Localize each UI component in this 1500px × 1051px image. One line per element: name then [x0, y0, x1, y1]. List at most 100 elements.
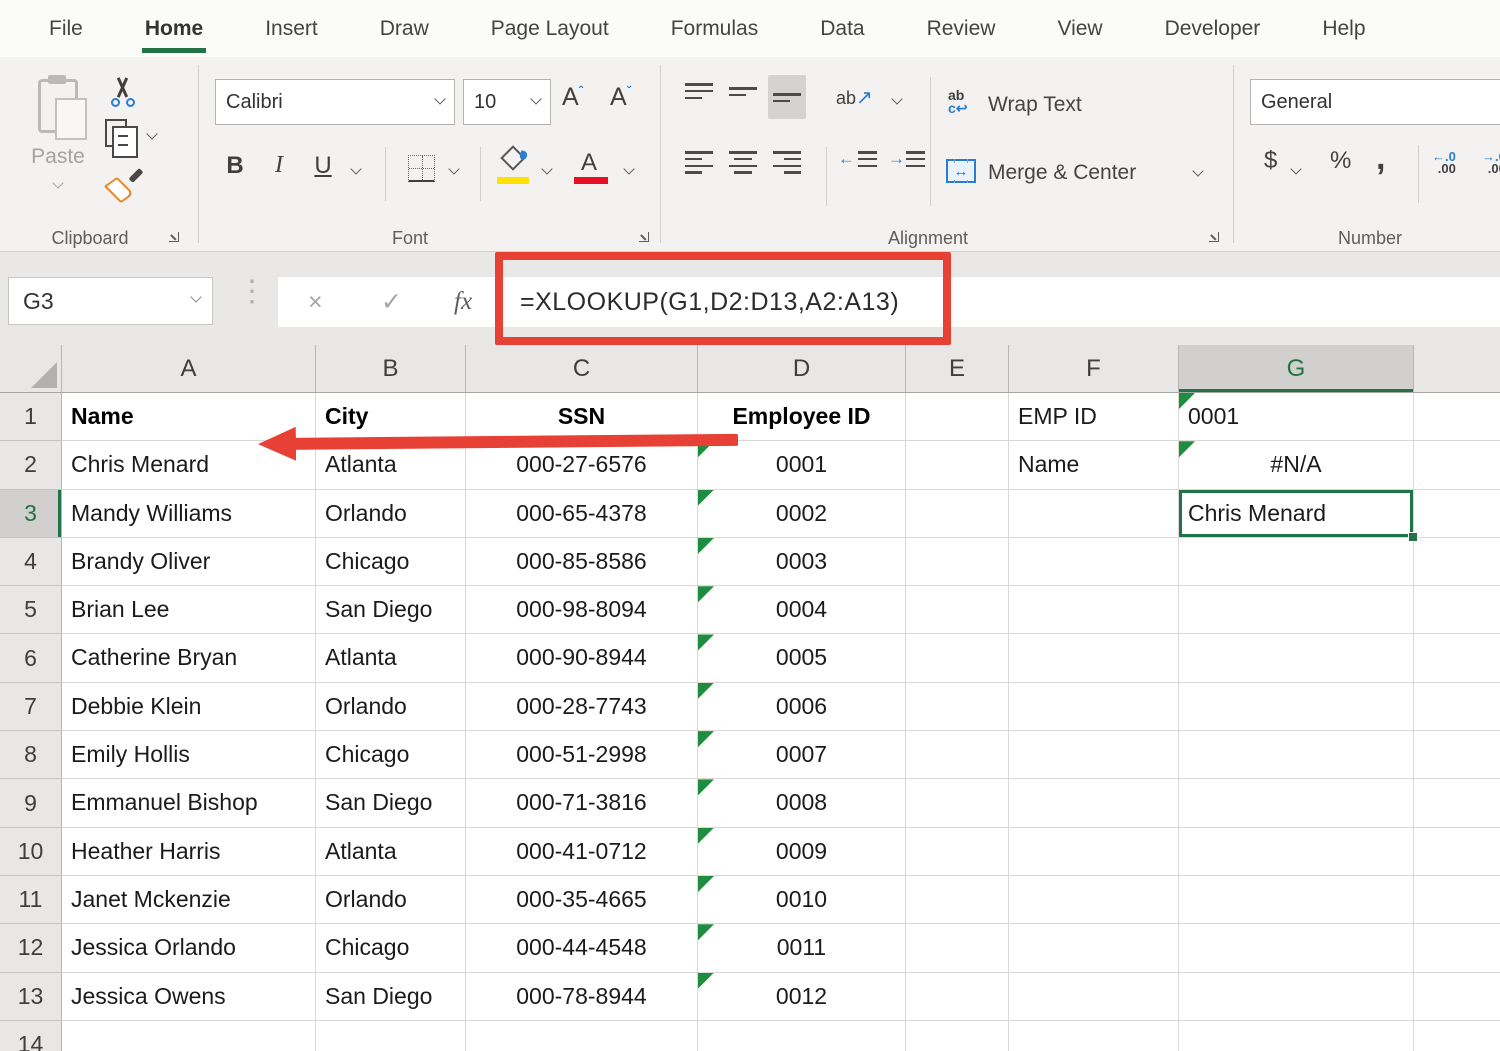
cell-D11[interactable]: 0010	[698, 875, 906, 925]
row-header-4[interactable]: 4	[0, 537, 62, 587]
cell-A11[interactable]: Janet Mckenzie	[62, 875, 316, 925]
merge-center-button[interactable]: Merge & Center	[988, 161, 1136, 185]
cell-C5[interactable]: 000-98-8094	[466, 586, 698, 635]
cell-D12[interactable]: 0011	[698, 924, 906, 973]
row-header-13[interactable]: 13	[0, 972, 62, 1021]
format-painter-button[interactable]	[106, 167, 140, 201]
row-header-10[interactable]: 10	[0, 827, 62, 876]
cell-A13[interactable]: Jessica Owens	[62, 972, 316, 1021]
column-header-G[interactable]: G	[1179, 345, 1414, 393]
cell-E1[interactable]	[906, 393, 1009, 442]
cell-H11[interactable]	[1414, 876, 1500, 925]
wrap-text-button[interactable]: Wrap Text	[988, 93, 1082, 117]
row-header-1[interactable]: 1	[0, 393, 62, 442]
cell-B8[interactable]: Chicago	[316, 731, 466, 780]
cell-E3[interactable]	[906, 489, 1009, 538]
tab-developer[interactable]: Developer	[1134, 0, 1292, 57]
column-header-A[interactable]: A	[62, 345, 316, 393]
cell-G13[interactable]	[1179, 972, 1414, 1021]
cell-H13[interactable]	[1414, 973, 1500, 1021]
cell-D7[interactable]: 0006	[698, 682, 906, 732]
tab-view[interactable]: View	[1026, 0, 1133, 57]
row-header-8[interactable]: 8	[0, 731, 62, 780]
orientation-dropdown-icon[interactable]	[891, 93, 903, 105]
tab-home[interactable]: Home	[114, 0, 234, 57]
cell-H10[interactable]	[1414, 828, 1500, 876]
cell-A6[interactable]: Catherine Bryan	[62, 634, 316, 683]
cell-E2[interactable]	[906, 441, 1009, 490]
cell-B13[interactable]: San Diego	[316, 972, 466, 1021]
cell-A9[interactable]: Emmanuel Bishop	[62, 779, 316, 828]
underline-dropdown-icon[interactable]	[350, 163, 362, 175]
cell-H6[interactable]	[1414, 634, 1500, 683]
cell-E4[interactable]	[906, 537, 1009, 587]
cell-E7[interactable]	[906, 682, 1009, 732]
align-middle-button[interactable]	[724, 77, 762, 117]
cell-C11[interactable]: 000-35-4665	[466, 875, 698, 925]
cell-F10[interactable]	[1009, 827, 1179, 876]
cell-G11[interactable]	[1179, 875, 1414, 925]
row-header-9[interactable]: 9	[0, 779, 62, 828]
cell-F5[interactable]	[1009, 586, 1179, 635]
enter-icon[interactable]: ✓	[381, 277, 402, 327]
font-color-dropdown-icon[interactable]	[623, 163, 635, 175]
cell-G14[interactable]	[1179, 1020, 1414, 1051]
cell-F6[interactable]	[1009, 634, 1179, 683]
cell-B3[interactable]: Orlando	[316, 489, 466, 538]
row-header-11[interactable]: 11	[0, 875, 62, 925]
cell-B11[interactable]: Orlando	[316, 875, 466, 925]
clipboard-dialog-launcher[interactable]	[168, 231, 181, 244]
cell-E9[interactable]	[906, 779, 1009, 828]
row-header-12[interactable]: 12	[0, 924, 62, 973]
cancel-icon[interactable]: ×	[308, 277, 323, 327]
cell-H8[interactable]	[1414, 731, 1500, 780]
tab-page-layout[interactable]: Page Layout	[460, 0, 640, 57]
paste-button[interactable]: Paste	[14, 71, 102, 217]
cell-G7[interactable]	[1179, 682, 1414, 732]
name-box-dropdown-icon[interactable]	[190, 291, 202, 303]
cell-G1[interactable]: 0001	[1179, 393, 1414, 442]
font-size-select[interactable]: 10	[463, 79, 551, 125]
cell-A7[interactable]: Debbie Klein	[62, 682, 316, 732]
increase-decimal-button[interactable]: ←.0.00	[1432, 150, 1456, 175]
cell-F8[interactable]	[1009, 731, 1179, 780]
cell-D6[interactable]: 0005	[698, 634, 906, 683]
cell-D10[interactable]: 0009	[698, 827, 906, 876]
cell-G10[interactable]	[1179, 827, 1414, 876]
name-box[interactable]: G3	[8, 277, 213, 325]
cell-C13[interactable]: 000-78-8944	[466, 972, 698, 1021]
select-all-button[interactable]	[0, 345, 62, 393]
paste-dropdown-icon[interactable]	[52, 177, 64, 189]
borders-button[interactable]	[408, 155, 435, 182]
copy-dropdown-icon[interactable]	[146, 128, 158, 140]
column-header-D[interactable]: D	[698, 345, 906, 393]
tab-data[interactable]: Data	[789, 0, 895, 57]
cell-F1[interactable]: EMP ID	[1009, 393, 1179, 442]
tab-help[interactable]: Help	[1291, 0, 1396, 57]
cell-C9[interactable]: 000-71-3816	[466, 779, 698, 828]
cell-B4[interactable]: Chicago	[316, 537, 466, 587]
row-header-7[interactable]: 7	[0, 682, 62, 732]
cell-D9[interactable]: 0008	[698, 779, 906, 828]
cut-button[interactable]	[108, 77, 138, 107]
orientation-button[interactable]: ab↗	[836, 85, 873, 110]
cell-E6[interactable]	[906, 634, 1009, 683]
column-header-F[interactable]: F	[1009, 345, 1179, 393]
cell-A8[interactable]: Emily Hollis	[62, 731, 316, 780]
cell-H7[interactable]	[1414, 683, 1500, 732]
number-format-select[interactable]: General	[1250, 79, 1500, 125]
italic-button[interactable]: I	[262, 152, 296, 179]
insert-function-icon[interactable]: fx	[454, 277, 472, 327]
cell-D14[interactable]	[698, 1020, 906, 1051]
cell-G2[interactable]: #N/A	[1179, 441, 1414, 490]
cell-B10[interactable]: Atlanta	[316, 827, 466, 876]
align-left-button[interactable]	[680, 143, 718, 183]
cell-B12[interactable]: Chicago	[316, 924, 466, 973]
cell-B9[interactable]: San Diego	[316, 779, 466, 828]
cell-H14[interactable]	[1414, 1021, 1500, 1051]
cell-A10[interactable]: Heather Harris	[62, 827, 316, 876]
cell-F3[interactable]	[1009, 489, 1179, 538]
percent-style-button[interactable]: %	[1330, 147, 1351, 175]
cell-G8[interactable]	[1179, 731, 1414, 780]
alignment-dialog-launcher[interactable]	[1208, 231, 1221, 244]
